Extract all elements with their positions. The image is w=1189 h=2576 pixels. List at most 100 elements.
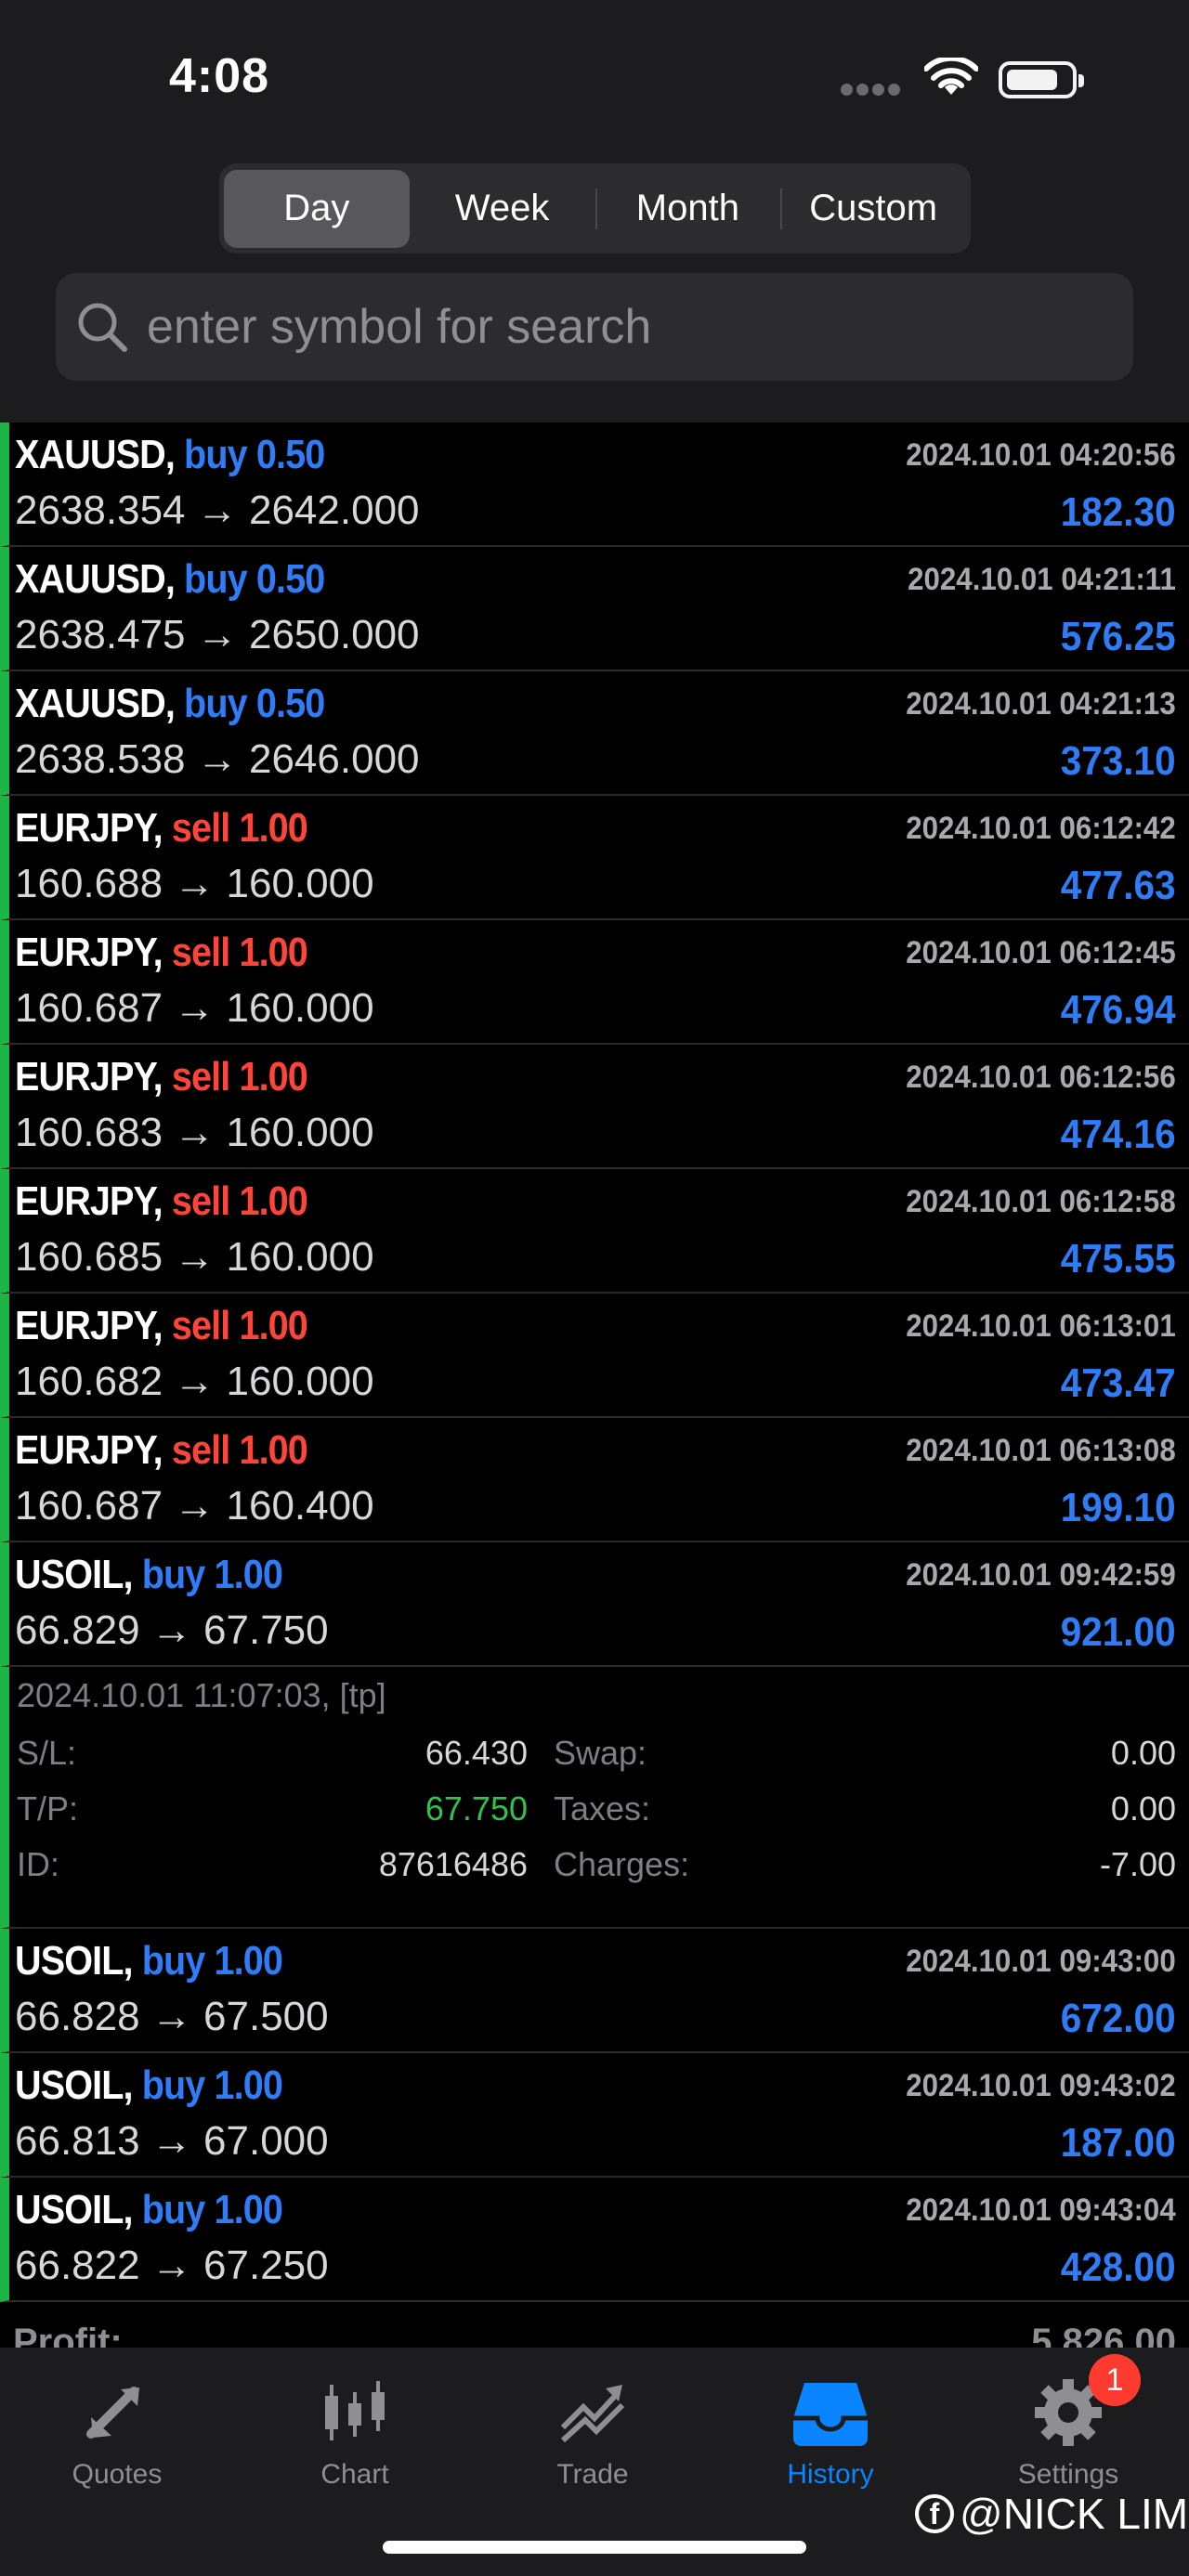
deal-close-price: 160.000	[226, 1110, 374, 1155]
deal-open-price: 160.683	[15, 1110, 163, 1155]
deal-symbol: EURJPY, sell 1.00	[15, 930, 308, 976]
deal-prices: 160.682 → 160.000	[15, 1359, 374, 1404]
deal-close-price: 67.500	[203, 1994, 329, 2039]
history-list: XAUUSD, buy 0.50 2638.354 → 2642.000 2024.…	[0, 423, 1189, 2302]
watermark-text: @NICK LIM	[960, 2490, 1189, 2538]
deal-volume: 0.50	[255, 681, 325, 726]
deal-profit: 428.00	[1061, 2244, 1176, 2290]
deal-close-price: 2646.000	[248, 736, 420, 782]
profit-value: 5 826.00	[1031, 2322, 1176, 2348]
deal-open-price: 2638.475	[15, 612, 186, 657]
deal-symbol-text: EURJPY,	[15, 1054, 163, 1099]
detail-tp-label: T/P:	[17, 1789, 79, 1828]
deal-prices: 66.829 → 67.750	[15, 1607, 329, 1653]
deal-open-price: 2638.354	[15, 488, 186, 533]
deal-prices: 160.683 → 160.000	[15, 1110, 374, 1155]
deal-datetime: 2024.10.01 06:12:45	[906, 935, 1176, 970]
deal-row[interactable]: EURJPY, sell 1.00 160.682 → 160.000 2024.1…	[0, 1294, 1189, 1418]
deal-volume: 1.00	[214, 1552, 283, 1597]
deal-close-price: 67.000	[203, 2118, 329, 2164]
detail-tp-value: 67.750	[425, 1789, 528, 1828]
deal-open-price: 66.813	[15, 2118, 140, 2164]
history-icon	[793, 2383, 868, 2446]
deal-prices: 2638.354 → 2642.000	[15, 488, 420, 533]
deal-row[interactable]: XAUUSD, buy 0.50 2638.538 → 2646.000 2024.…	[0, 671, 1189, 796]
deal-volume: 1.00	[214, 2062, 283, 2108]
deal-symbol: EURJPY, sell 1.00	[15, 805, 308, 852]
settings-badge: 1	[1089, 2354, 1141, 2406]
tab-day[interactable]: Day	[224, 169, 410, 248]
deal-row[interactable]: EURJPY, sell 1.00 160.688 → 160.000 2024.1…	[0, 796, 1189, 920]
deal-row[interactable]: USOIL, buy 1.00 66.813 → 67.000 2024.10.01…	[0, 2053, 1189, 2178]
tab-month[interactable]: Month	[594, 170, 781, 248]
deal-prices: 2638.538 → 2646.000	[15, 736, 420, 782]
deal-symbol: EURJPY, sell 1.00	[15, 1303, 308, 1349]
deal-profit: 199.10	[1061, 1485, 1176, 1530]
deal-volume: 0.50	[255, 556, 325, 602]
deal-symbol: USOIL, buy 1.00	[15, 2062, 283, 2109]
deal-profit: 373.10	[1061, 738, 1176, 784]
detail-charges-label: Charges:	[554, 1845, 690, 1883]
tabbar-chart[interactable]: Chart	[262, 2366, 448, 2491]
deal-prices: 66.813 → 67.000	[15, 2118, 329, 2164]
deal-symbol: EURJPY, sell 1.00	[15, 1178, 308, 1225]
tabbar-trade[interactable]: Trade	[500, 2366, 686, 2491]
deal-close-price: 160.000	[226, 1359, 374, 1404]
tabbar-settings-label: Settings	[1017, 2459, 1119, 2490]
watermark: f @NICK LIM	[915, 2489, 1188, 2539]
deal-row[interactable]: XAUUSD, buy 0.50 2638.354 → 2642.000 2024.…	[0, 423, 1189, 547]
deal-row[interactable]: USOIL, buy 1.00 66.829 → 67.750 2024.10.01…	[0, 1542, 1189, 1667]
deal-symbol-text: USOIL,	[15, 1938, 134, 1984]
wifi-icon	[924, 58, 978, 95]
deal-prices: 160.687 → 160.400	[15, 1483, 374, 1529]
deal-close-price: 2650.000	[248, 612, 420, 657]
deal-side: buy	[141, 2062, 206, 2108]
deal-close-price: 160.000	[226, 861, 374, 906]
deal-datetime: 2024.10.01 06:12:58	[906, 1184, 1176, 1219]
tab-week[interactable]: Week	[410, 170, 595, 248]
deal-open-price: 160.687	[15, 1483, 163, 1529]
deal-row[interactable]: EURJPY, sell 1.00 160.683 → 160.000 2024.1…	[0, 1045, 1189, 1169]
deal-side: buy	[141, 1552, 206, 1597]
deal-symbol-text: XAUUSD,	[15, 556, 176, 602]
deal-profit: 576.25	[1061, 614, 1176, 659]
deal-volume: 1.00	[214, 1938, 283, 1984]
tabbar-history[interactable]: History	[738, 2366, 923, 2491]
deal-row[interactable]: USOIL, buy 1.00 66.822 → 67.250 2024.10.01…	[0, 2178, 1189, 2302]
signal-icon	[841, 84, 906, 97]
deal-open-price: 66.828	[15, 1994, 140, 2039]
profit-label: Profit:	[13, 2322, 123, 2348]
deal-datetime: 2024.10.01 04:20:56	[906, 437, 1176, 473]
search-input[interactable]	[147, 299, 1076, 355]
deal-side: sell	[171, 805, 230, 851]
tabbar-chart-label: Chart	[320, 2459, 389, 2490]
deal-open-price: 160.688	[15, 861, 163, 906]
deal-row[interactable]: EURJPY, sell 1.00 160.687 → 160.400 2024.1…	[0, 1418, 1189, 1542]
deal-symbol-text: EURJPY,	[15, 1303, 163, 1348]
deal-side: buy	[141, 1938, 206, 1984]
deal-side: sell	[171, 930, 230, 975]
search-bar	[56, 273, 1133, 381]
deal-side: sell	[171, 1054, 230, 1099]
detail-id-label: ID:	[17, 1845, 60, 1883]
deal-open-price: 66.822	[15, 2243, 140, 2288]
detail-id-value: 87616486	[378, 1845, 528, 1883]
deal-volume: 1.00	[239, 1427, 307, 1473]
deal-symbol: XAUUSD, buy 0.50	[15, 681, 325, 727]
deal-datetime: 2024.10.01 09:43:04	[906, 2192, 1176, 2228]
deal-row[interactable]: USOIL, buy 1.00 66.828 → 67.500 2024.10.01…	[0, 1929, 1189, 2053]
tabbar-quotes[interactable]: Quotes	[24, 2366, 210, 2491]
tab-custom[interactable]: Custom	[780, 170, 966, 248]
deal-row[interactable]: EURJPY, sell 1.00 160.687 → 160.000 2024.1…	[0, 920, 1189, 1045]
deal-symbol-text: EURJPY,	[15, 930, 163, 975]
deal-prices: 66.828 → 67.500	[15, 1994, 329, 2039]
deal-side: buy	[141, 2187, 206, 2232]
deal-volume: 1.00	[239, 930, 307, 975]
deal-row[interactable]: EURJPY, sell 1.00 160.685 → 160.000 2024.1…	[0, 1169, 1189, 1294]
deal-profit: 474.16	[1061, 1112, 1176, 1157]
deal-open-price: 66.829	[15, 1607, 140, 1653]
deal-prices: 66.822 → 67.250	[15, 2243, 329, 2288]
deal-datetime: 2024.10.01 04:21:11	[908, 562, 1176, 597]
deal-row[interactable]: XAUUSD, buy 0.50 2638.475 → 2650.000 2024.…	[0, 547, 1189, 671]
deal-profit: 475.55	[1061, 1236, 1176, 1281]
